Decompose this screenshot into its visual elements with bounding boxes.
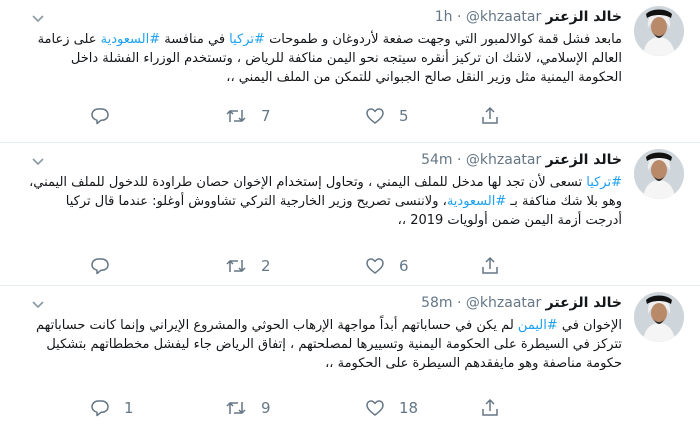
reply-button[interactable] [90,254,124,278]
chevron-down-icon[interactable] [30,153,46,169]
hashtag-link[interactable]: #السعودية [447,194,506,209]
display-name[interactable]: خالد الزعتر [546,152,622,168]
tweet[interactable]: خالد الزعتر @khzaatar · 54m #تركيا تسعى … [0,143,700,286]
retweet-icon [226,401,246,415]
hashtag-link[interactable]: #اليمن [518,318,558,333]
share-icon [482,106,498,124]
timeline: خالد الزعتر @khzaatar · 1h مابعد فشل قمة… [0,0,700,427]
action-bar: 1 9 18 [90,396,610,420]
tweet[interactable]: خالد الزعتر @khzaatar · 1h مابعد فشل قمة… [0,0,700,143]
heart-icon [366,400,384,416]
action-bar: 2 6 [90,254,610,278]
like-count: 6 [399,257,409,275]
retweet-count: 7 [261,107,271,125]
separator-dot: · [457,152,462,168]
like-button[interactable]: 5 [365,104,409,128]
hashtag-link[interactable]: #السعودية [101,32,160,47]
tweet[interactable]: خالد الزعتر @khzaatar · 58m الإخوان في #… [0,286,700,427]
tweet-text: الإخوان في #اليمن لم يكن في حساباتهم أبد… [28,316,622,373]
separator-dot: · [457,9,462,25]
action-bar: 7 5 [90,104,610,128]
share-button[interactable] [480,396,500,420]
reply-icon [91,258,109,275]
retweet-button[interactable]: 9 [225,396,271,420]
timestamp[interactable]: 58m [421,295,452,311]
tweet-text: #تركيا تسعى لأن تجد لها مدخل للملف اليمن… [28,173,622,230]
heart-icon [366,258,384,274]
retweet-icon [226,259,246,273]
retweet-button[interactable]: 2 [225,254,271,278]
retweet-icon [226,109,246,123]
retweet-button[interactable]: 7 [225,104,271,128]
tweet-text-segment: مابعد فشل قمة كوالالمبور التي وجهت صفعة … [264,32,622,47]
share-button[interactable] [480,104,500,128]
retweet-count: 2 [261,257,271,275]
tweet-text: مابعد فشل قمة كوالالمبور التي وجهت صفعة … [28,30,622,87]
tweet-header: خالد الزعتر @khzaatar · 58m [421,294,622,312]
timestamp[interactable]: 1h [435,9,453,25]
user-handle[interactable]: @khzaatar [466,295,541,311]
timestamp[interactable]: 54m [421,152,452,168]
reply-icon [91,108,109,125]
hashtag-link[interactable]: #تركيا [229,32,265,47]
tweet-header: خالد الزعتر @khzaatar · 54m [421,151,622,169]
separator-dot: · [457,295,462,311]
like-button[interactable]: 6 [365,254,409,278]
share-button[interactable] [480,254,500,278]
display-name[interactable]: خالد الزعتر [546,295,622,311]
reply-button[interactable] [90,104,124,128]
share-icon [482,398,498,416]
avatar[interactable] [634,6,684,56]
heart-icon [366,108,384,124]
reply-icon [91,400,109,417]
user-handle[interactable]: @khzaatar [466,9,541,25]
reply-button[interactable]: 1 [90,396,134,420]
tweet-text-segment: الإخوان في [557,318,622,333]
retweet-count: 9 [261,399,271,417]
hashtag-link[interactable]: #تركيا [586,175,622,190]
tweet-text-segment: في منافسة [160,32,230,47]
chevron-down-icon[interactable] [30,10,46,26]
like-count: 18 [399,399,419,417]
share-icon [482,256,498,274]
chevron-down-icon[interactable] [30,296,46,312]
display-name[interactable]: خالد الزعتر [546,9,622,25]
like-button[interactable]: 18 [365,396,418,420]
user-handle[interactable]: @khzaatar [466,152,541,168]
reply-count: 1 [124,399,134,417]
avatar[interactable] [634,292,684,342]
like-count: 5 [399,107,409,125]
avatar[interactable] [634,149,684,199]
tweet-header: خالد الزعتر @khzaatar · 1h [435,8,622,26]
